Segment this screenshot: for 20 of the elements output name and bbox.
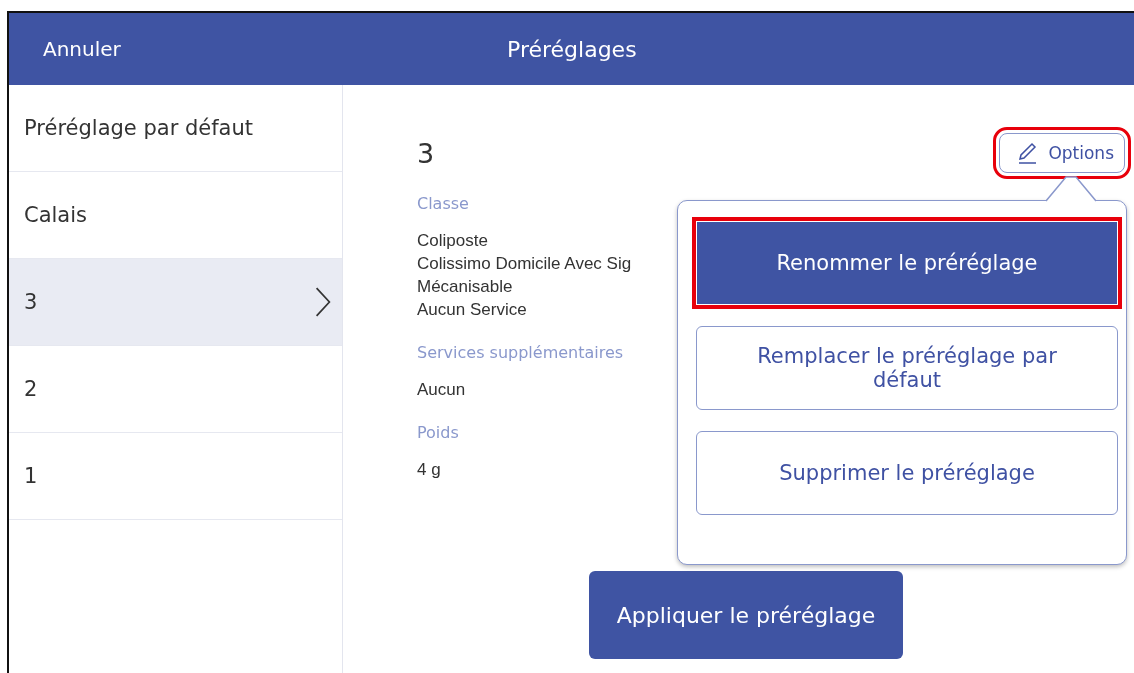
sidebar-item[interactable]: 2: [9, 346, 342, 433]
field-value: Coliposte: [417, 230, 488, 252]
cancel-button[interactable]: Annuler: [9, 13, 352, 85]
field-value: Aucun: [417, 379, 466, 401]
menu-item[interactable]: Supprimer le préréglage: [696, 431, 1118, 515]
sidebar-item[interactable]: Préréglage par défaut: [9, 85, 342, 172]
field-label: Poids: [417, 423, 459, 443]
apply-preset-button[interactable]: Appliquer le préréglage: [589, 571, 903, 659]
preset-name: 3: [417, 137, 435, 169]
field-value: Aucun Service: [417, 299, 527, 321]
chevron-right-icon: [314, 286, 332, 318]
screen-title: Préréglages: [507, 36, 637, 62]
field-value: Colissimo Domicile Avec Sig: [417, 253, 632, 275]
sidebar-item[interactable]: 3: [9, 259, 342, 346]
menu-item[interactable]: Remplacer le préréglage par défaut: [696, 326, 1118, 410]
field-value: 4 g: [417, 459, 441, 481]
sidebar-item[interactable]: 1: [9, 433, 342, 520]
field-value: Mécanisable: [417, 276, 513, 298]
field-label: Classe: [417, 194, 469, 214]
field-label: Services supplémentaires: [417, 343, 624, 363]
